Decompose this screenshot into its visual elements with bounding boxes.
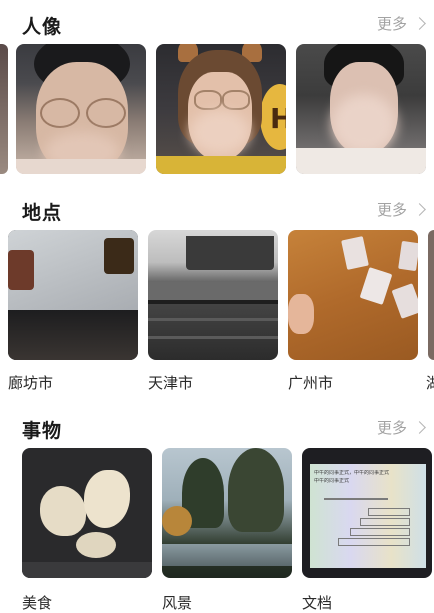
shirt (16, 159, 146, 174)
thing-thumbnail-food[interactable] (22, 448, 152, 578)
food-plate-right (104, 238, 134, 274)
dumpling (40, 486, 86, 536)
projected-slide: 中午的同事正式，中午的同事正式 中午的同事正式 (310, 464, 426, 568)
playing-card (391, 283, 418, 319)
people-more-link[interactable]: 更多 (376, 13, 426, 34)
section-title-things: 事物 (22, 420, 63, 442)
person-thumbnail-1[interactable] (16, 44, 146, 174)
floor-shadow (8, 310, 138, 360)
place-thumbnail-tianjin[interactable] (148, 230, 278, 360)
thing-thumbnail-document[interactable]: 中午的同事正式，中午的同事正式 中午的同事正式 (302, 448, 432, 578)
slide-table (360, 518, 410, 526)
person-thumbnail-2[interactable]: H (156, 44, 286, 174)
dumpling (76, 532, 116, 558)
more-label: 更多 (376, 201, 407, 219)
place-thumbnail-partial-right[interactable] (428, 230, 434, 360)
playing-card (341, 236, 369, 270)
water (162, 544, 292, 566)
section-title-places: 地点 (22, 202, 63, 224)
glasses-left-lens (194, 90, 222, 110)
hand (288, 294, 314, 334)
face-blur (190, 110, 250, 154)
places-more-link[interactable]: 更多 (376, 199, 426, 220)
place-thumbnail-guangzhou[interactable] (288, 230, 418, 360)
glasses-right-lens (222, 90, 250, 110)
slide-line: 中午的同事正式 (314, 478, 350, 484)
place-label-tianjin: 天津市 (148, 374, 194, 392)
place-label-partial: 湖 (426, 374, 434, 392)
person-thumbnail-3[interactable] (296, 44, 426, 174)
thing-label-scenery: 风景 (162, 594, 193, 612)
train-car (148, 282, 278, 300)
chevron-right-icon (413, 17, 426, 30)
thing-label-food: 美食 (22, 594, 53, 612)
slide-table (368, 508, 410, 516)
section-title-people: 人像 (22, 16, 63, 38)
tray-edge (22, 562, 152, 578)
station-roof (186, 236, 274, 270)
rail (148, 336, 278, 339)
autumn-tree (162, 506, 192, 536)
playing-card (359, 267, 393, 305)
dumpling (84, 470, 130, 528)
things-more-link[interactable]: 更多 (376, 417, 426, 438)
glasses-right-lens (86, 98, 126, 128)
glasses-left-lens (40, 98, 80, 128)
tree (228, 448, 284, 532)
shirt (156, 156, 286, 174)
person-thumbnail-partial-left[interactable] (0, 44, 8, 174)
chevron-right-icon (413, 421, 426, 434)
slide-table (350, 528, 410, 536)
place-thumbnail-langfang[interactable] (8, 230, 138, 360)
more-label: 更多 (376, 419, 407, 437)
rail (148, 318, 278, 321)
face-blur (332, 94, 396, 154)
slide-table (338, 538, 410, 546)
playing-card (398, 240, 418, 272)
slide-text-bar (324, 498, 388, 500)
food-plate-left (8, 250, 34, 290)
chevron-right-icon (413, 203, 426, 216)
place-label-guangzhou: 广州市 (288, 374, 334, 392)
thing-label-document: 文档 (302, 594, 333, 612)
shirt (296, 148, 426, 174)
thing-thumbnail-scenery[interactable] (162, 448, 292, 578)
rail (148, 300, 278, 304)
sign-letter: H (270, 102, 286, 135)
more-label: 更多 (376, 15, 407, 33)
place-label-langfang: 廊坊市 (8, 374, 54, 392)
slide-line: 中午的同事正式，中午的同事正式 (314, 470, 390, 476)
